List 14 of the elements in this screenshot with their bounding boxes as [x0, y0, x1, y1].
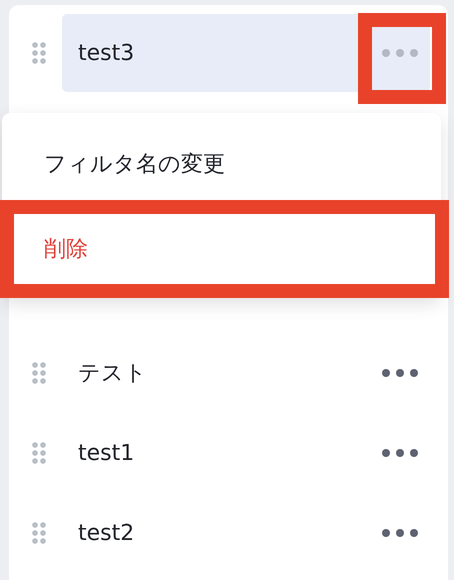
- filter-item[interactable]: test3: [62, 14, 430, 92]
- dots-icon: [381, 448, 419, 458]
- menu-item[interactable]: フィルタ名の変更: [16, 131, 433, 197]
- drag-handle-icon[interactable]: [32, 362, 46, 384]
- dots-icon: [381, 48, 419, 58]
- filter-item[interactable]: テスト: [62, 334, 430, 412]
- filter-item[interactable]: test2: [62, 494, 430, 572]
- filter-item[interactable]: test1: [62, 414, 430, 492]
- dots-icon: [381, 528, 419, 538]
- dots-icon: [381, 368, 419, 378]
- menu-item[interactable]: 削除: [16, 216, 433, 282]
- drag-handle-icon[interactable]: [32, 522, 46, 544]
- drag-handle-icon[interactable]: [32, 42, 46, 64]
- drag-handle-icon[interactable]: [32, 442, 46, 464]
